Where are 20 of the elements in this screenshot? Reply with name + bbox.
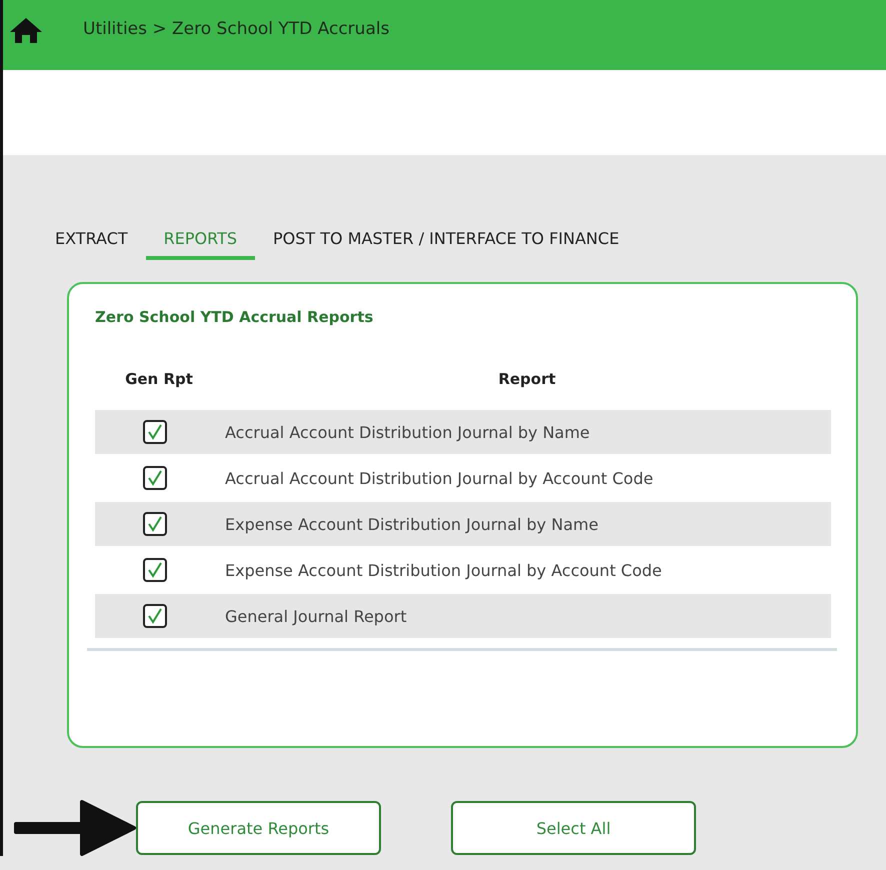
checkbox[interactable]: [143, 604, 167, 628]
tab[interactable]: EXTRACT: [37, 223, 146, 260]
home-icon[interactable]: [9, 16, 43, 44]
breadcrumb: Utilities > Zero School YTD Accruals: [83, 18, 390, 41]
select-all-button[interactable]: Select All: [451, 801, 696, 855]
column-header: Report: [497, 370, 557, 390]
checkbox[interactable]: [143, 420, 167, 444]
generate-button[interactable]: Generate Reports: [136, 801, 381, 855]
tab[interactable]: POST TO MASTER / INTERFACE TO FINANCE: [255, 223, 638, 260]
tab[interactable]: REPORTS: [146, 223, 255, 260]
table-cell-text: Accrual Account Distribution Journal by Account Code: [224, 468, 654, 490]
table-cell: Expense Account Distribution Journal by Name: [215, 502, 831, 546]
checkbox[interactable]: [143, 558, 167, 582]
checkbox[interactable]: [143, 466, 167, 490]
panel-title: Zero School YTD Accrual Reports: [95, 308, 374, 326]
table-cell: General Journal Report: [215, 594, 831, 638]
column-header: Gen Rpt: [124, 370, 194, 390]
checkbox[interactable]: [143, 512, 167, 536]
table-cell: Accrual Account Distribution Journal by Name: [215, 410, 831, 454]
table-cell-text: Expense Account Distribution Journal by Account Code: [224, 560, 663, 582]
